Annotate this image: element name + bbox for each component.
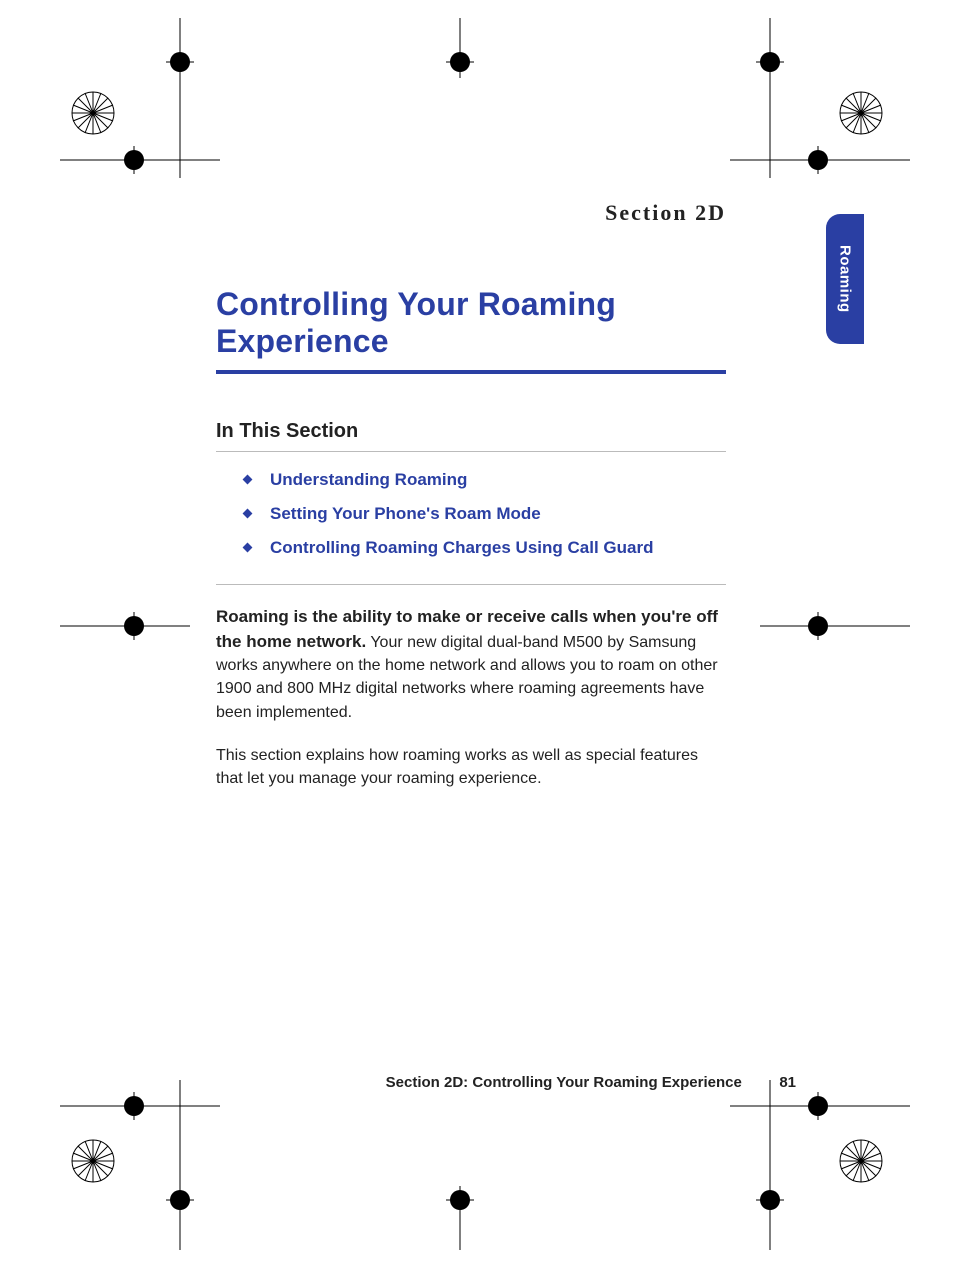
footer-section-title: Section 2D: Controlling Your Roaming Exp…: [386, 1074, 742, 1091]
divider: [216, 584, 726, 585]
registration-mark-icon: [756, 48, 784, 76]
title-rule: [216, 370, 726, 374]
crop-mark-icon: [170, 1080, 190, 1250]
crop-mark-icon: [760, 616, 910, 636]
page-footer: Section 2D: Controlling Your Roaming Exp…: [216, 1074, 796, 1091]
page-number: 81: [746, 1074, 796, 1091]
toc-item: Controlling Roaming Charges Using Call G…: [244, 538, 726, 558]
registration-mark-icon: [804, 146, 832, 174]
section-tab-label: Roaming: [837, 245, 854, 313]
bullet-diamond-icon: [243, 475, 253, 485]
intro-paragraph: Roaming is the ability to make or receiv…: [216, 605, 726, 724]
toc-item: Understanding Roaming: [244, 470, 726, 490]
registration-mark-icon: [120, 1092, 148, 1120]
in-this-section-heading: In This Section: [216, 420, 726, 443]
toc-item-label: Setting Your Phone's Roam Mode: [270, 504, 541, 523]
registration-mark-icon: [756, 1186, 784, 1214]
crop-mark-icon: [760, 18, 780, 178]
intro-paragraph-2: This section explains how roaming works …: [216, 744, 726, 790]
page-content: Section 2D Controlling Your Roaming Expe…: [216, 200, 726, 806]
registration-mark-icon: [446, 1186, 474, 1214]
registration-mark-icon: [166, 1186, 194, 1214]
divider: [216, 451, 726, 452]
sunburst-ornament-icon: [70, 90, 116, 141]
sunburst-ornament-icon: [838, 1138, 884, 1189]
registration-mark-icon: [804, 1092, 832, 1120]
crop-mark-icon: [170, 18, 190, 178]
registration-mark-icon: [446, 48, 474, 76]
toc-item-label: Understanding Roaming: [270, 470, 467, 489]
toc-item-label: Controlling Roaming Charges Using Call G…: [270, 538, 653, 557]
sunburst-ornament-icon: [838, 90, 884, 141]
registration-mark-icon: [120, 612, 148, 640]
bullet-diamond-icon: [243, 509, 253, 519]
toc-item: Setting Your Phone's Roam Mode: [244, 504, 726, 524]
section-toc: Understanding Roaming Setting Your Phone…: [244, 470, 726, 558]
crop-mark-icon: [760, 1080, 780, 1250]
sunburst-ornament-icon: [70, 1138, 116, 1189]
registration-mark-icon: [120, 146, 148, 174]
section-label: Section 2D: [216, 200, 726, 226]
bullet-diamond-icon: [243, 543, 253, 553]
section-tab: Roaming: [826, 214, 864, 344]
registration-mark-icon: [804, 612, 832, 640]
page-title: Controlling Your Roaming Experience: [216, 286, 726, 360]
registration-mark-icon: [166, 48, 194, 76]
